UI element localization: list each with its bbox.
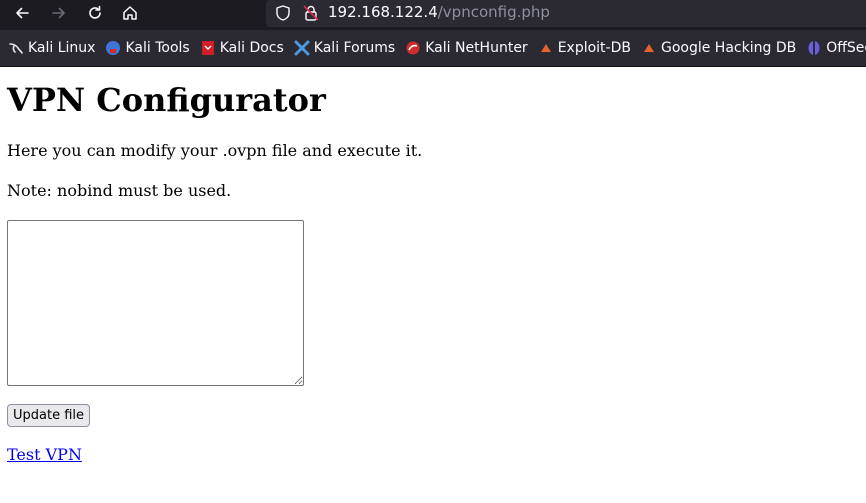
exploit-db-icon xyxy=(540,44,551,52)
bookmark-exploit-db[interactable]: Exploit-DB xyxy=(538,40,631,56)
ghdb-icon xyxy=(643,44,654,52)
kali-dragon-icon xyxy=(9,43,23,54)
page-content: VPN Configurator Here you can modify you… xyxy=(0,80,866,464)
update-file-button[interactable]: Update file xyxy=(7,404,91,427)
kali-docs-icon xyxy=(201,41,214,55)
bookmarks-bar: Kali Linux Kali Tools Kali Docs Kali For… xyxy=(0,30,866,67)
bookmark-label: OffSec xyxy=(826,40,866,56)
kali-forums-icon xyxy=(294,40,310,56)
ovpn-config-textarea[interactable] xyxy=(7,220,304,386)
home-button[interactable] xyxy=(120,3,140,23)
arrow-left-icon xyxy=(16,7,29,19)
browser-toolbar: 192.168.122.4/vpnconfig.php xyxy=(0,0,866,30)
bookmark-kali-tools[interactable]: Kali Tools xyxy=(105,40,190,56)
arrow-right-icon xyxy=(52,7,65,19)
bookmark-kali-nethunter[interactable]: Kali NetHunter xyxy=(405,40,528,56)
intro-text: Here you can modify your .ovpn file and … xyxy=(7,141,423,160)
bookmark-label: Kali Forums xyxy=(313,40,396,56)
back-button[interactable] xyxy=(12,3,32,23)
bookmark-offsec[interactable]: OffSec xyxy=(806,40,866,56)
url-text[interactable]: 192.168.122.4/vpnconfig.php xyxy=(328,3,550,21)
bookmark-kali-linux[interactable]: Kali Linux xyxy=(8,40,95,56)
url-path: /vpnconfig.php xyxy=(437,3,550,21)
bookmark-kali-docs[interactable]: Kali Docs xyxy=(200,40,284,56)
home-icon xyxy=(123,6,137,20)
shield-icon[interactable] xyxy=(274,4,292,22)
bookmark-google-hacking-db[interactable]: Google Hacking DB xyxy=(641,40,796,56)
bookmark-label: Kali Linux xyxy=(28,40,96,56)
reload-button[interactable] xyxy=(85,3,105,23)
test-vpn-link[interactable]: Test VPN xyxy=(7,445,82,464)
nethunter-icon xyxy=(406,41,420,55)
insecure-lock-icon[interactable] xyxy=(302,4,320,22)
kali-tools-icon xyxy=(106,41,121,55)
url-bar[interactable]: 192.168.122.4/vpnconfig.php xyxy=(266,0,866,27)
url-host: 192.168.122.4 xyxy=(328,3,438,21)
note-text: Note: nobind must be used. xyxy=(7,181,232,200)
bookmark-label: Google Hacking DB xyxy=(660,40,797,56)
bookmark-label: Kali NetHunter xyxy=(425,40,528,56)
page-title: VPN Configurator xyxy=(7,81,326,119)
bookmark-label: Kali Docs xyxy=(219,40,284,56)
offsec-icon xyxy=(808,41,820,55)
reload-icon xyxy=(89,5,101,19)
bookmark-label: Exploit-DB xyxy=(557,40,631,56)
bookmark-label: Kali Tools xyxy=(125,40,190,56)
forward-button[interactable] xyxy=(49,3,69,23)
bookmark-kali-forums[interactable]: Kali Forums xyxy=(294,40,395,56)
